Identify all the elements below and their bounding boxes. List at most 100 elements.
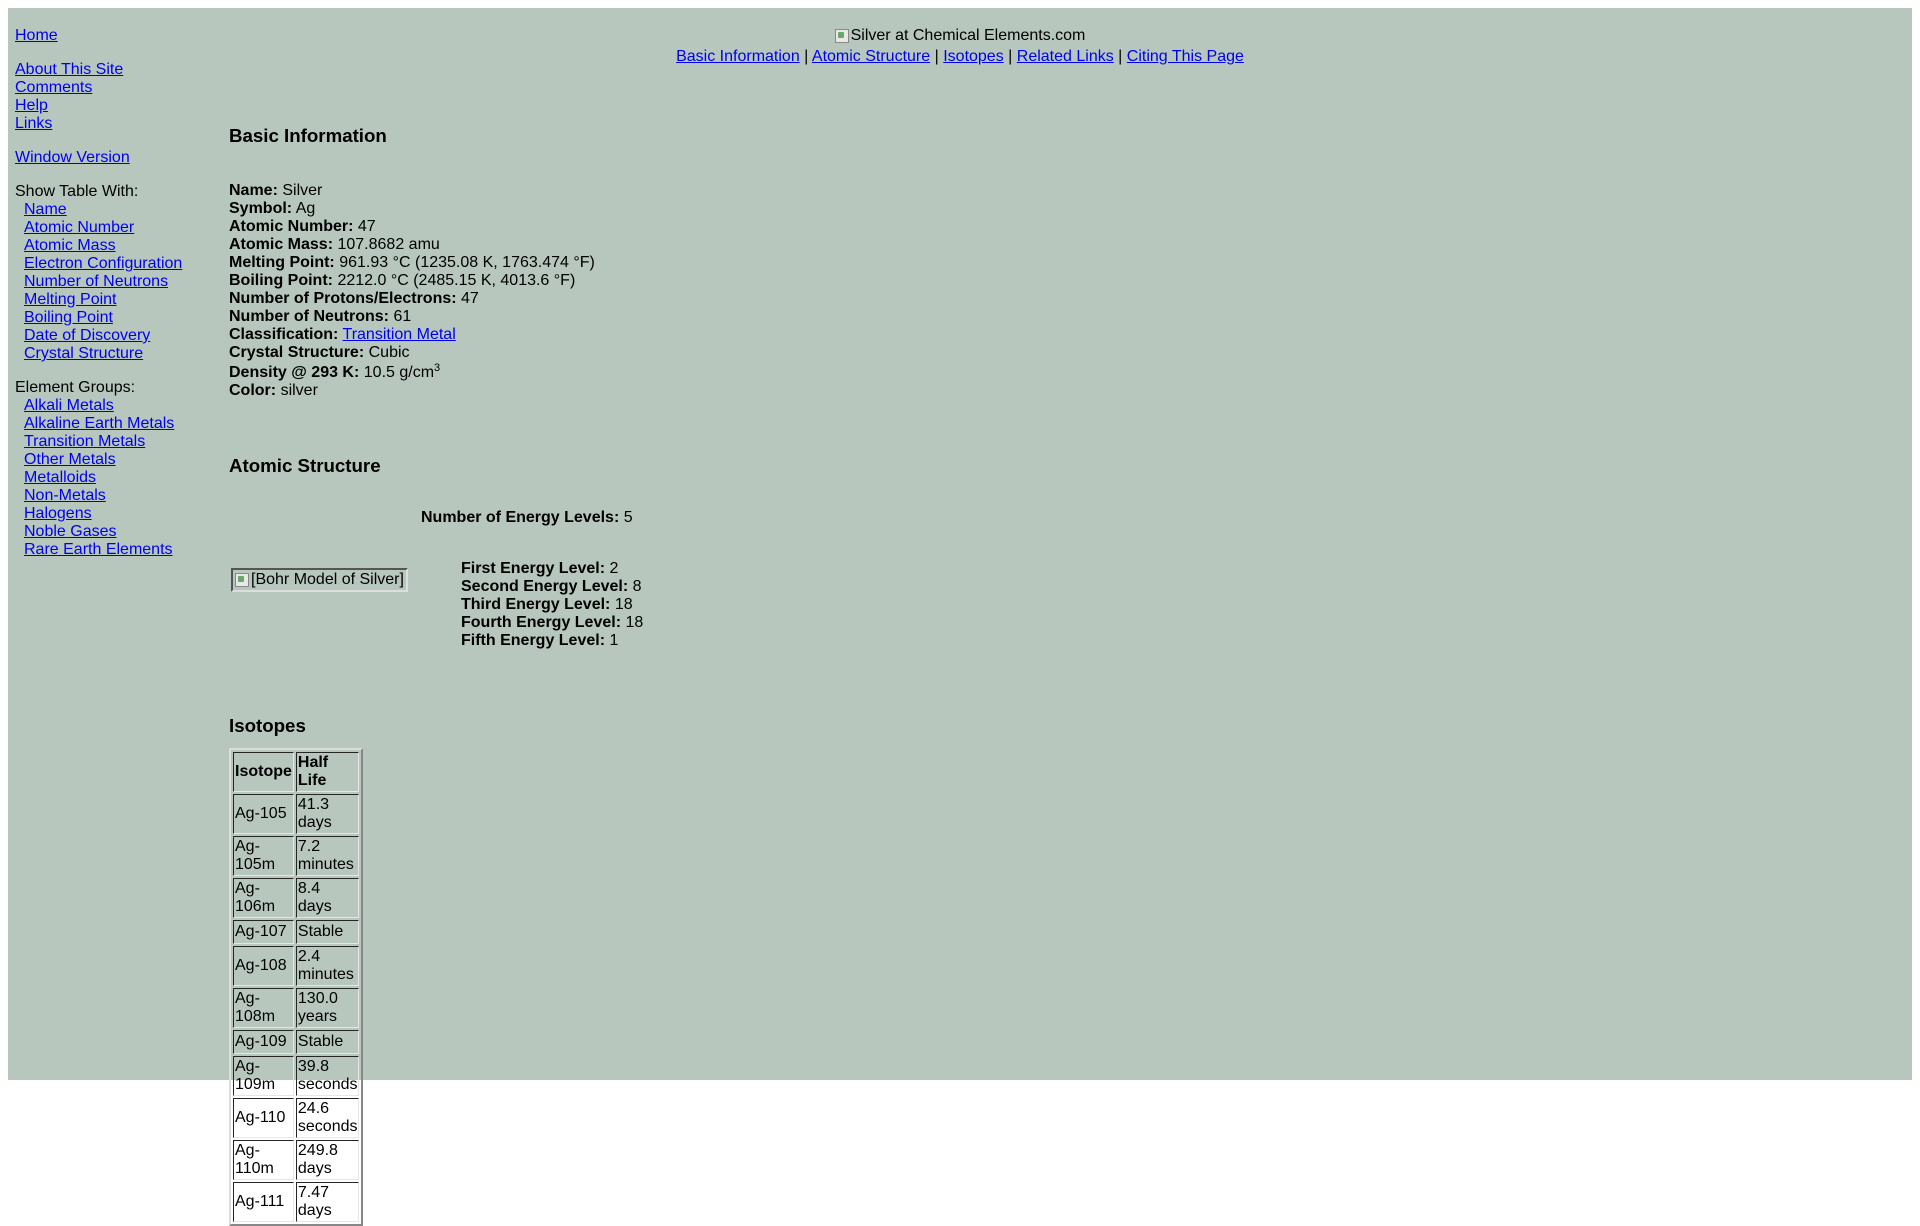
show-table-label: Show Table With: (15, 183, 139, 200)
bohr-model-image: [Bohr Model of Silver] (231, 568, 408, 592)
group-link-rare-earth-elements[interactable]: Rare Earth Elements (15, 541, 215, 559)
nav-separator: | (1118, 48, 1123, 65)
group-link-halogens[interactable]: Halogens (15, 505, 215, 523)
section-nav: Basic Information | Atomic Structure | I… (8, 48, 1912, 66)
isotope-cell: Ag-110m (233, 1140, 294, 1180)
half-life-cell: 7.47 days (295, 1182, 360, 1222)
energy-levels-count-label: Number of Energy Levels: (421, 509, 620, 526)
group-link-other-metals[interactable]: Other Metals (15, 451, 215, 469)
density-label: Density @ 293 K: (229, 364, 360, 381)
half-life-cell: 2.4 minutes (295, 946, 360, 986)
atomic-mass-label: Atomic Mass: (229, 236, 334, 253)
group-link-transition-metals[interactable]: Transition Metals (15, 433, 215, 451)
energy-level-value: 8 (632, 578, 642, 595)
isotope-cell: Ag-110 (233, 1098, 294, 1138)
nav-link-isotopes[interactable]: Isotopes (943, 48, 1003, 65)
group-link-non-metals[interactable]: Non-Metals (15, 487, 215, 505)
nav-separator: | (804, 48, 809, 65)
energy-levels-count: Number of Energy Levels: 5 (421, 509, 633, 527)
energy-level-value: 1 (609, 632, 619, 649)
basic-information-heading: Basic Information (229, 125, 387, 146)
sidebar-link-window-version[interactable]: Window Version (15, 149, 215, 167)
sidebar-link-links[interactable]: Links (15, 115, 215, 133)
density-exponent: 3 (434, 362, 441, 374)
table-row: Ag-106m 8.4 days (233, 878, 360, 918)
column-header-half-life: Half Life (295, 752, 360, 792)
isotope-cell: Ag-109 (233, 1030, 294, 1054)
symbol-value: Ag (295, 200, 316, 217)
energy-level-value: 2 (609, 560, 619, 577)
show-table-link-atomic-number[interactable]: Atomic Number (15, 219, 215, 237)
isotope-cell: Ag-106m (233, 878, 294, 918)
energy-level-value: 18 (625, 614, 644, 631)
isotope-cell: Ag-109m (233, 1056, 294, 1096)
show-table-link-name[interactable]: Name (15, 201, 215, 219)
classification-link[interactable]: Transition Metal (343, 326, 456, 343)
energy-level-value: 18 (614, 596, 633, 613)
show-table-link-boiling-point[interactable]: Boiling Point (15, 309, 215, 327)
half-life-cell: Stable (295, 1030, 360, 1054)
basic-information-list: Name: Silver Symbol: Ag Atomic Number: 4… (229, 182, 595, 400)
isotope-cell: Ag-105m (233, 836, 294, 876)
half-life-cell: 8.4 days (295, 878, 360, 918)
nav-link-basic-information[interactable]: Basic Information (676, 48, 800, 65)
show-table-link-electron-configuration[interactable]: Electron Configuration (15, 255, 215, 273)
table-row: Ag-108m 130.0 years (233, 988, 360, 1028)
site-logo-image: Silver at Chemical Elements.com (834, 27, 1085, 45)
nav-separator: | (1008, 48, 1013, 65)
crystal-structure-value: Cubic (368, 344, 410, 361)
boiling-point-label: Boiling Point: (229, 272, 333, 289)
show-table-link-date-of-discovery[interactable]: Date of Discovery (15, 327, 215, 345)
half-life-cell: 130.0 years (295, 988, 360, 1028)
show-table-link-crystal-structure[interactable]: Crystal Structure (15, 345, 215, 363)
name-value: Silver (282, 182, 323, 199)
bohr-model-alt-text: [Bohr Model of Silver] (251, 571, 404, 588)
group-link-alkali-metals[interactable]: Alkali Metals (15, 397, 215, 415)
energy-level-label: Fifth Energy Level: (461, 632, 606, 649)
isotope-cell: Ag-108 (233, 946, 294, 986)
table-row: Ag-110 24.6 seconds (233, 1098, 360, 1138)
sidebar-link-help[interactable]: Help (15, 97, 215, 115)
isotope-cell: Ag-107 (233, 920, 294, 944)
energy-level-label: First Energy Level: (461, 560, 606, 577)
energy-level-label: Fourth Energy Level: (461, 614, 622, 631)
table-row: Ag-107 Stable (233, 920, 360, 944)
element-groups-label: Element Groups: (15, 379, 136, 396)
group-link-alkaline-earth-metals[interactable]: Alkaline Earth Metals (15, 415, 215, 433)
nav-link-atomic-structure[interactable]: Atomic Structure (812, 48, 930, 65)
atomic-number-value: 47 (357, 218, 376, 235)
nav-link-citing-this-page[interactable]: Citing This Page (1127, 48, 1244, 65)
atomic-number-label: Atomic Number: (229, 218, 354, 235)
neutrons-value: 61 (393, 308, 412, 325)
protons-electrons-value: 47 (461, 290, 479, 307)
show-table-link-melting-point[interactable]: Melting Point (15, 291, 215, 309)
half-life-cell: Stable (295, 920, 360, 944)
table-row: Ag-111 7.47 days (233, 1182, 360, 1222)
table-header-row: Isotope Half Life (233, 752, 360, 792)
group-link-metalloids[interactable]: Metalloids (15, 469, 215, 487)
melting-point-label: Melting Point: (229, 254, 335, 271)
melting-point-value: 961.93 °C (1235.08 K, 1763.474 °F) (339, 254, 595, 271)
half-life-cell: 24.6 seconds (295, 1098, 360, 1138)
protons-electrons-label: Number of Protons/Electrons: (229, 290, 457, 307)
sidebar-link-comments[interactable]: Comments (15, 79, 215, 97)
nav-separator: | (934, 48, 939, 65)
classification-label: Classification: (229, 326, 339, 343)
page-panel: Home About This Site Comments Help Links… (8, 8, 1912, 1226)
atomic-structure-heading: Atomic Structure (229, 455, 381, 476)
show-table-link-atomic-mass[interactable]: Atomic Mass (15, 237, 215, 255)
column-header-isotope: Isotope (233, 752, 294, 792)
color-label: Color: (229, 382, 277, 399)
show-table-link-number-of-neutrons[interactable]: Number of Neutrons (15, 273, 215, 291)
energy-levels-list: First Energy Level: 2 Second Energy Leve… (461, 560, 643, 650)
energy-level-label: Second Energy Level: (461, 578, 629, 595)
nav-link-related-links[interactable]: Related Links (1017, 48, 1114, 65)
name-label: Name: (229, 182, 278, 199)
table-row: Ag-109 Stable (233, 1030, 360, 1054)
isotopes-heading: Isotopes (229, 715, 306, 736)
half-life-cell: 41.3 days (295, 794, 360, 834)
sidebar: Home About This Site Comments Help Links… (15, 27, 215, 559)
group-link-noble-gases[interactable]: Noble Gases (15, 523, 215, 541)
broken-image-icon (235, 573, 249, 587)
isotope-cell: Ag-108m (233, 988, 294, 1028)
